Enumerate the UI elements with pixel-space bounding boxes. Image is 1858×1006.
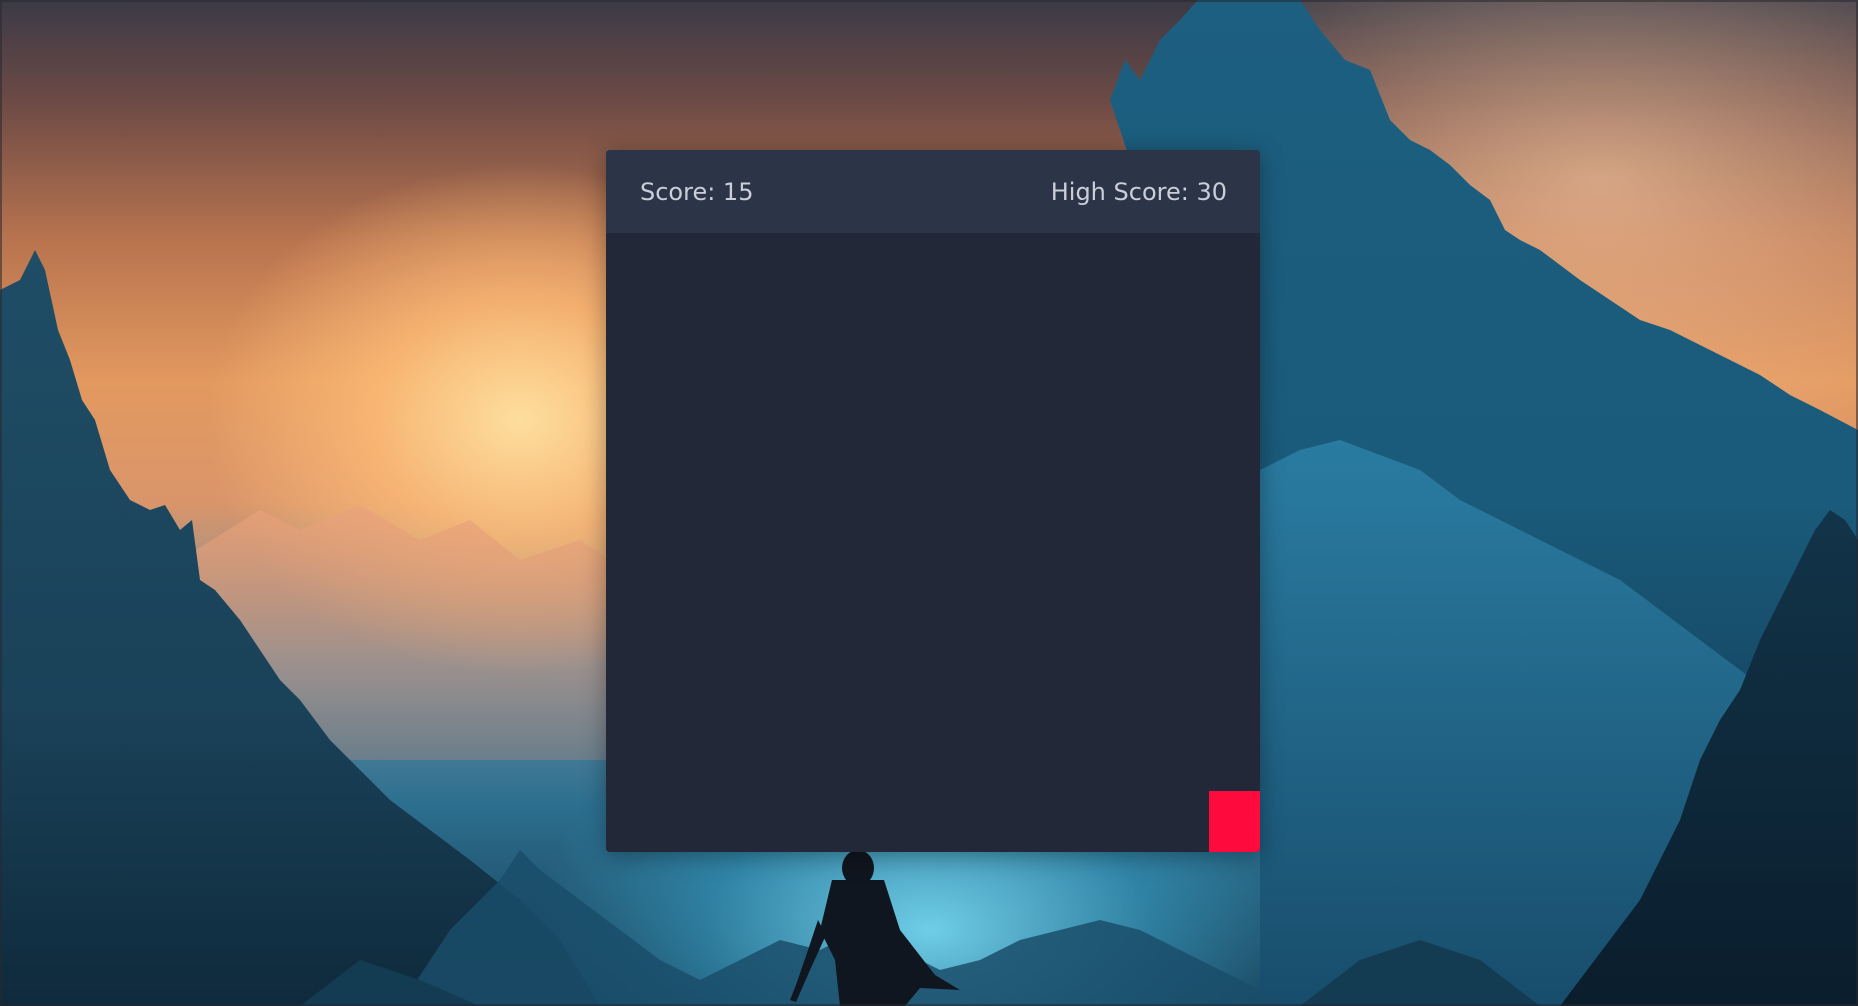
high-score-label: High Score: 30: [1050, 178, 1227, 206]
score-bar: Score: 15 High Score: 30: [606, 150, 1260, 233]
score-label: Score: 15: [640, 178, 754, 206]
game-window: Score: 15 High Score: 30: [606, 150, 1260, 852]
snake-block: [1209, 791, 1260, 852]
game-board[interactable]: [606, 233, 1260, 852]
